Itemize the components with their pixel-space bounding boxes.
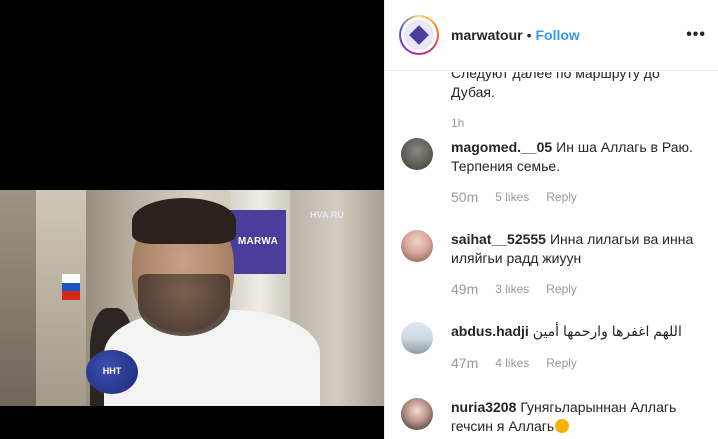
comment-likes[interactable]: 5 likes <box>495 190 529 204</box>
man-beard <box>138 274 230 336</box>
microphone: HHT <box>86 350 138 394</box>
comment-body: magomed.__05 Ин ша Аллагь в Раю. Терпения… <box>451 138 708 176</box>
comment-likes[interactable]: 4 likes <box>495 356 529 370</box>
video-frame[interactable]: MARWA HVA.RU HHT <box>0 190 384 406</box>
comment-body: abdus.hadji اللهم اغفرها وارحمها أمين <box>451 322 708 341</box>
comment-username[interactable]: nuria3208 <box>451 399 516 415</box>
commenter-avatar[interactable] <box>401 398 433 430</box>
comment-text: اللهم اغفرها وارحمها أمين <box>532 323 682 339</box>
post-media[interactable]: MARWA HVA.RU HHT <box>0 0 384 439</box>
profile-avatar[interactable] <box>399 15 439 55</box>
comment-list[interactable]: Следуют далее по маршруту до Дубая. 1h m… <box>385 72 718 439</box>
russian-flag <box>62 274 80 300</box>
man-hair <box>132 198 236 244</box>
comment-item: nuria3208 Гунягьларыннан Аллагь гечсин я … <box>399 398 708 436</box>
reply-button[interactable]: Reply <box>546 356 577 370</box>
comment-time: 50m <box>451 189 479 205</box>
more-options-icon[interactable]: ••• <box>686 26 706 44</box>
marwatour-logo-icon <box>404 20 434 50</box>
comment-item: saihat__52555 Инна лилагьи ва инна иляйгь… <box>399 230 708 297</box>
reply-button[interactable]: Reply <box>546 282 577 296</box>
marwa-sign: MARWA <box>230 210 286 274</box>
comment-username[interactable]: saihat__52555 <box>451 231 546 247</box>
channel-watermark: HVA.RU <box>310 210 344 220</box>
follow-button[interactable]: Follow <box>535 27 579 43</box>
comment-body: nuria3208 Гунягьларыннан Аллагь гечсин я … <box>451 398 708 436</box>
comment-time: 47m <box>451 355 479 371</box>
comment-likes[interactable]: 3 likes <box>495 282 529 296</box>
commenter-avatar[interactable] <box>401 230 433 262</box>
heart-hands-emoji-icon <box>555 419 570 433</box>
comment-username[interactable]: magomed.__05 <box>451 139 552 155</box>
post-header: marwatour • Follow ••• <box>385 0 718 71</box>
commenter-avatar[interactable] <box>401 138 433 170</box>
previous-comment-time: 1h <box>451 116 465 130</box>
comment-item: abdus.hadji اللهم اغفرها وارحمها أمين 47m… <box>399 322 708 371</box>
separator-dot: • <box>526 27 532 43</box>
comment-meta: 49m 3 likes Reply <box>451 281 708 297</box>
reply-button[interactable]: Reply <box>546 190 577 204</box>
comment-meta: 50m 5 likes Reply <box>451 189 708 205</box>
header-username[interactable]: marwatour <box>451 27 523 43</box>
comment-meta: 47m 4 likes Reply <box>451 355 708 371</box>
commenter-avatar[interactable] <box>401 322 433 354</box>
comments-panel: marwatour • Follow ••• Следуют далее по … <box>384 0 718 439</box>
background-building <box>0 190 36 406</box>
comment-item: magomed.__05 Ин ша Аллагь в Раю. Терпения… <box>399 138 708 205</box>
comment-time: 49m <box>451 281 479 297</box>
comment-body: saihat__52555 Инна лилагьи ва инна иляйгь… <box>451 230 708 268</box>
previous-comment-text: Следуют далее по маршруту до Дубая. <box>451 72 660 100</box>
comment-username[interactable]: abdus.hadji <box>451 323 529 339</box>
